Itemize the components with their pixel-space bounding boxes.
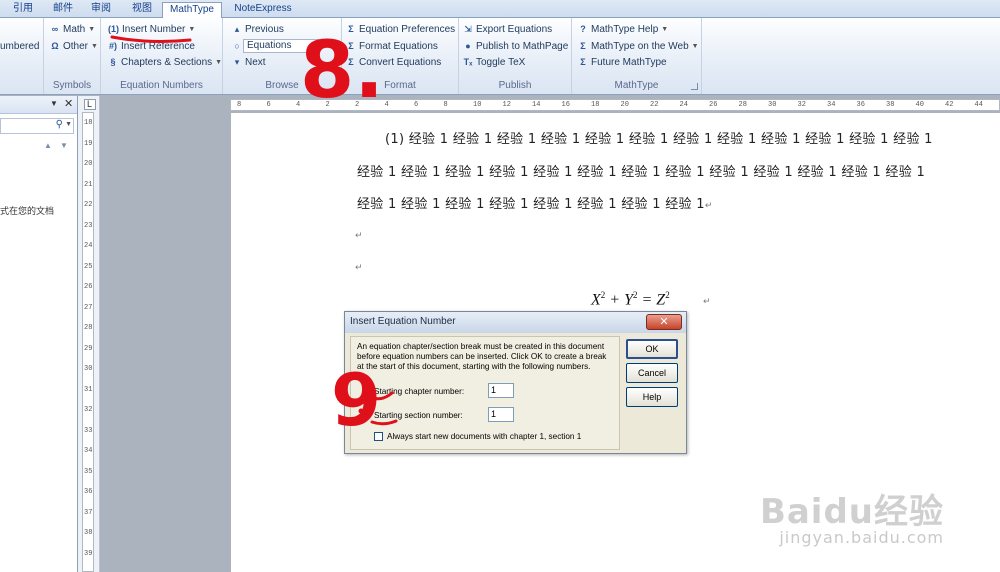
watermark-logo: Baidu经验 (759, 492, 944, 532)
annotation-dot-section (358, 408, 364, 414)
annotation-underline-insert-number (110, 35, 192, 43)
annotation-step-8: 8. (300, 26, 384, 116)
watermark-url: jingyan.baidu.com (779, 528, 944, 547)
annotation-step-9: 9 (331, 358, 381, 442)
